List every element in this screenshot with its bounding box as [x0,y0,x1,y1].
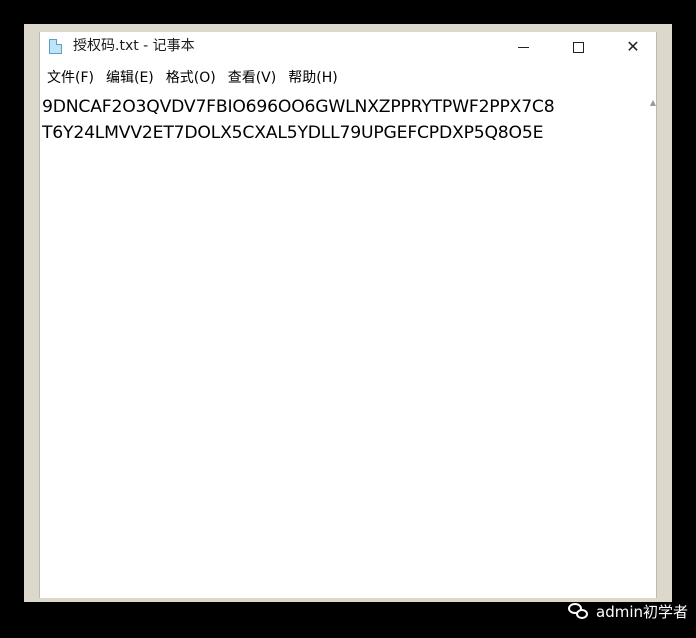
maximize-button[interactable] [555,32,601,62]
menu-bar: 文件(F) 编辑(E) 格式(O) 查看(V) 帮助(H) [40,66,656,90]
vertical-scrollbar[interactable]: ▲ [650,94,656,598]
minimize-icon [517,46,529,48]
menu-view[interactable]: 查看(V) [222,68,283,88]
close-button[interactable]: ✕ [610,32,656,62]
watermark-text: admin初学者 [596,603,688,621]
title-bar[interactable]: 授权码.txt - 记事本 ✕ [40,32,656,62]
menu-file[interactable]: 文件(F) [41,68,100,88]
menu-help[interactable]: 帮助(H) [282,68,343,88]
close-icon: ✕ [626,37,640,56]
minimize-button[interactable] [500,32,546,62]
maximize-icon [572,41,584,53]
text-file-icon [49,39,62,54]
watermark: admin初学者 [568,601,688,622]
up-arrow-icon[interactable]: ▲ [650,98,656,107]
window-title: 授权码.txt - 记事本 [73,38,195,54]
text-line: 9DNCAF2O3QVDV7FBIO696OO6GWLNXZPPRYTPWF2P… [42,97,555,117]
menu-format[interactable]: 格式(O) [160,68,222,88]
notepad-window: 授权码.txt - 记事本 ✕ 文件(F) 编辑(E) 格式(O) 查看(V) … [39,32,657,598]
text-editor-area[interactable]: 9DNCAF2O3QVDV7FBIO696OO6GWLNXZPPRYTPWF2P… [42,94,650,598]
wechat-icon [568,602,590,621]
menu-edit[interactable]: 编辑(E) [100,68,160,88]
text-line: T6Y24LMVV2ET7DOLX5CXAL5YDLL79UPGEFCPDXP5… [42,123,544,143]
